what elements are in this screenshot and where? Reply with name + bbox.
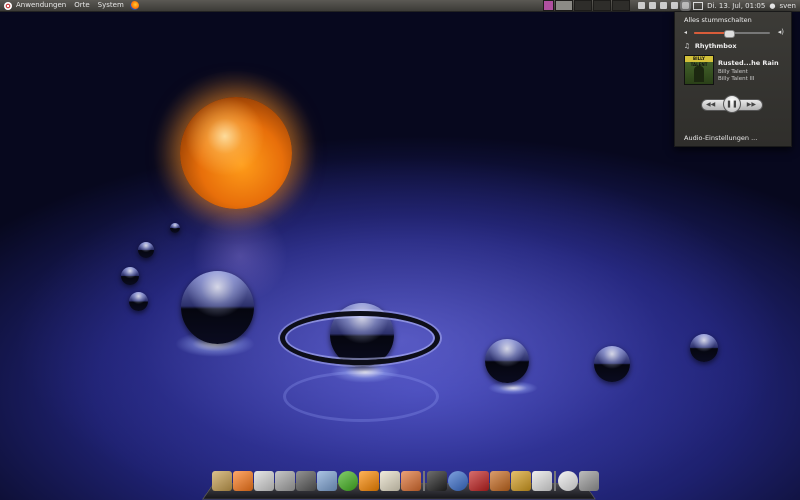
next-icon[interactable]: ▶▶ [747, 101, 756, 108]
small-orb [121, 267, 139, 285]
user-icon[interactable]: ● [769, 2, 775, 10]
workspace-3[interactable] [593, 0, 612, 11]
mail-indicator-icon[interactable] [693, 1, 704, 10]
menu-system[interactable]: System [94, 0, 128, 11]
transport-controls: ◀◀ ▶▶ ❚❚ [701, 95, 763, 113]
player-name: Rhythmbox [694, 42, 737, 50]
music-note-icon: ♫ [684, 42, 690, 50]
small-orb [129, 292, 148, 311]
dock-separator [554, 471, 556, 491]
clock[interactable]: Di. 13. Jul, 01:05 [707, 2, 765, 10]
menu-applications[interactable]: Anwendungen [12, 0, 70, 11]
dock-separator [423, 471, 425, 491]
user-name[interactable]: sven [779, 2, 796, 10]
play-pause-icon[interactable]: ❚❚ [723, 95, 741, 113]
small-orb [170, 223, 180, 233]
volume-fill [694, 32, 729, 34]
home-folder-icon[interactable] [212, 471, 232, 491]
track-artist: Billy Talent [718, 69, 748, 75]
photo-icon[interactable] [401, 471, 421, 491]
file-manager-icon[interactable] [380, 471, 400, 491]
medium-orb [690, 334, 718, 362]
workspace-2[interactable] [574, 0, 593, 11]
menu-places[interactable]: Orte [70, 0, 93, 11]
workspace-1[interactable] [555, 0, 574, 11]
mail-icon[interactable] [254, 471, 274, 491]
volume-slider-row: ◂ ◂) [684, 28, 784, 38]
sound-menu: Alles stummschalten ◂ ◂) ♫ Rhythmbox BIL… [674, 11, 792, 147]
orb-glow [488, 381, 538, 395]
terminal-pen-icon[interactable] [296, 471, 316, 491]
large-orb [181, 271, 254, 344]
notes-icon[interactable] [317, 471, 337, 491]
track-title: Rusted...he Rain [718, 59, 779, 67]
volume-icon[interactable] [680, 0, 692, 11]
drive-icon[interactable] [275, 471, 295, 491]
calendar-applet-icon[interactable] [543, 0, 555, 11]
audio-settings-item[interactable]: Audio-Einstellungen ... [684, 134, 757, 142]
workspace-4[interactable] [612, 0, 631, 11]
dock [212, 471, 599, 495]
small-orb [138, 242, 154, 258]
ipod-icon[interactable] [532, 471, 552, 491]
workspace-switcher[interactable] [543, 0, 631, 11]
trash-icon[interactable] [579, 471, 599, 491]
saturn-ring [280, 311, 440, 365]
album-art-figure [694, 66, 704, 82]
volume-knob[interactable] [724, 30, 736, 38]
volume-high-icon[interactable]: ◂) [778, 28, 784, 36]
volume-slider[interactable] [694, 30, 770, 38]
badge-icon[interactable] [511, 471, 531, 491]
filezilla-icon[interactable] [469, 471, 489, 491]
media-player-icon[interactable] [338, 471, 358, 491]
sun-sphere [180, 97, 292, 209]
battery-icon[interactable] [649, 2, 657, 9]
clock-icon[interactable] [558, 471, 578, 491]
mute-all-item[interactable]: Alles stummschalten [684, 16, 752, 24]
package-icon[interactable] [490, 471, 510, 491]
album-art: BILLY TALENT [684, 55, 714, 85]
firefox-icon[interactable] [233, 471, 253, 491]
medium-orb [594, 346, 630, 382]
network-icon[interactable] [660, 2, 668, 9]
ubuntu-logo-icon[interactable] [4, 1, 12, 10]
volume-low-icon[interactable]: ◂ [684, 29, 687, 36]
album-art-band: BILLY TALENT [685, 56, 713, 67]
terminal-icon[interactable] [427, 471, 447, 491]
firefox-launcher-icon[interactable] [129, 1, 139, 10]
vlc-icon[interactable] [359, 471, 379, 491]
globe-icon[interactable] [448, 471, 468, 491]
indicator-area: Di. 13. Jul, 01:05 ● sven [638, 0, 800, 11]
player-header[interactable]: ♫ Rhythmbox [684, 42, 737, 50]
track-album: Billy Talent III [718, 76, 755, 82]
medium-orb [485, 339, 529, 383]
monitor-icon[interactable] [638, 2, 646, 9]
bluetooth-icon[interactable] [671, 2, 679, 9]
previous-icon[interactable]: ◀◀ [706, 101, 715, 108]
